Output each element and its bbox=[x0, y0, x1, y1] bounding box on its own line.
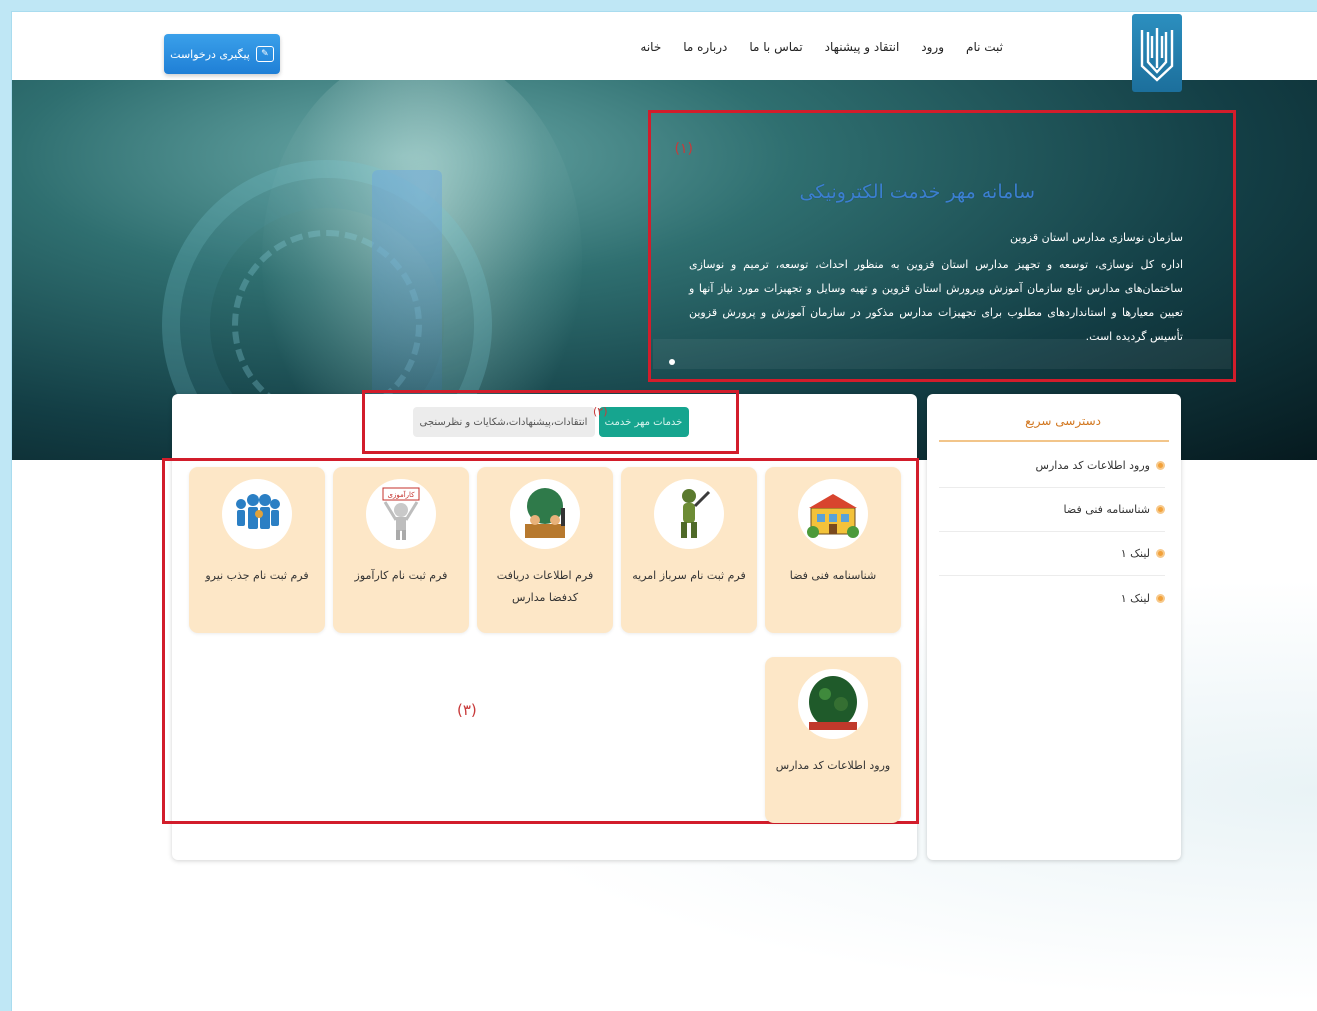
service-label: فرم ثبت نام جذب نیرو bbox=[205, 569, 309, 582]
soldier-icon bbox=[654, 479, 724, 549]
tab-feedback[interactable]: انتقادات،پیشنهادات،شکایات و نظرسنجی bbox=[412, 407, 595, 437]
tabs-annotation-box: خدمات مهر خدمت انتقادات،پیشنهادات،شکایات… bbox=[362, 390, 739, 454]
emblem-icon bbox=[1140, 28, 1174, 82]
hero-light-panel bbox=[372, 170, 442, 420]
track-button-label: پیگیری درخواست bbox=[170, 47, 250, 61]
service-card-space-code[interactable]: فرم اطلاعات دریافت کدفضا مدارس bbox=[477, 467, 613, 633]
nav-contact[interactable]: تماس با ما bbox=[749, 40, 802, 54]
service-card-space-id[interactable]: شناسنامه فنی فضا bbox=[765, 467, 901, 633]
nav-home[interactable]: خانه bbox=[640, 40, 661, 54]
service-card-school-code[interactable]: ورود اطلاعات کد مدارس bbox=[765, 657, 901, 823]
school-building-icon bbox=[798, 479, 868, 549]
service-label: فرم اطلاعات دریافت کدفضا مدارس bbox=[496, 569, 594, 604]
annotation-marker-2: (۲) bbox=[593, 405, 608, 418]
service-label: ورود اطلاعات کد مدارس bbox=[775, 759, 891, 772]
annotation-marker-1: (۱) bbox=[674, 141, 693, 157]
bullet-icon bbox=[1156, 593, 1165, 603]
bullet-icon bbox=[1156, 505, 1165, 514]
quick-link-label: لینک ۱ bbox=[1120, 547, 1150, 560]
services-annotation-box: شناسنامه فنی فضا فرم ثبت نام سرباز امریه… bbox=[162, 458, 919, 824]
hero-slider-strip bbox=[653, 339, 1231, 369]
organization-logo[interactable] bbox=[1132, 14, 1182, 92]
service-card-recruitment[interactable]: فرم ثبت نام جذب نیرو bbox=[189, 467, 325, 633]
quick-link-label: شناسنامه فنی فضا bbox=[1063, 503, 1150, 516]
quick-link-2[interactable]: لینک ۱ bbox=[939, 576, 1165, 620]
service-card-intern[interactable]: کارآموزی فرم ثبت نام کارآموز bbox=[333, 467, 469, 633]
hero-title: سامانه مهر خدمت الکترونیکی bbox=[799, 181, 1035, 203]
top-navbar: پیگیری درخواست ✎ خانه درباره ما تماس با … bbox=[12, 12, 1317, 80]
people-group-icon bbox=[222, 479, 292, 549]
tree-icon bbox=[798, 669, 868, 739]
quick-link-label: لینک ۱ bbox=[1120, 591, 1150, 605]
nav-register[interactable]: ثبت نام bbox=[966, 40, 1003, 54]
quick-access-underline bbox=[939, 440, 1169, 442]
intern-icon: کارآموزی bbox=[366, 479, 436, 549]
quick-access-title: دسترسی سریع bbox=[1025, 414, 1101, 428]
page-frame: (۱) سامانه مهر خدمت الکترونیکی سازمان نو… bbox=[12, 12, 1317, 1011]
service-label: شناسنامه فنی فضا bbox=[789, 569, 877, 582]
services-card: خدمات مهر خدمت انتقادات،پیشنهادات،شکایات… bbox=[162, 390, 919, 860]
document-edit-icon: ✎ bbox=[255, 46, 274, 62]
service-label: فرم ثبت نام کارآموز bbox=[354, 569, 448, 582]
nav-feedback[interactable]: انتقاد و پیشنهاد bbox=[825, 40, 900, 54]
track-request-button[interactable]: پیگیری درخواست ✎ bbox=[164, 34, 280, 74]
quick-link-space-id[interactable]: شناسنامه فنی فضا bbox=[939, 488, 1165, 532]
nav-about[interactable]: درباره ما bbox=[683, 40, 727, 54]
intern-badge-text: کارآموزی bbox=[387, 490, 415, 499]
service-label: فرم ثبت نام سرباز امریه bbox=[632, 569, 746, 582]
quick-link-school-code[interactable]: ورود اطلاعات کد مدارس bbox=[939, 444, 1165, 488]
quick-link-1[interactable]: لینک ۱ bbox=[939, 532, 1165, 576]
bullet-icon bbox=[1156, 549, 1165, 558]
hero-description: اداره کل نوسازی، توسعه و تجهیز مدارس است… bbox=[689, 258, 1183, 343]
main-nav: خانه درباره ما تماس با ما انتقاد و پیشنه… bbox=[640, 40, 1003, 54]
quick-access-card: دسترسی سریع ورود اطلاعات کد مدارس شناسنا… bbox=[927, 394, 1181, 860]
tab-services[interactable]: خدمات مهر خدمت bbox=[598, 407, 689, 437]
classroom-icon bbox=[510, 479, 580, 549]
hero-annotation-box: (۱) سامانه مهر خدمت الکترونیکی سازمان نو… bbox=[648, 110, 1236, 382]
bullet-icon bbox=[1156, 461, 1165, 470]
slider-dot[interactable] bbox=[669, 359, 675, 365]
hero-subtitle: سازمان نوسازی مدارس استان قزوین bbox=[1010, 231, 1183, 244]
quick-link-label: ورود اطلاعات کد مدارس bbox=[1035, 459, 1150, 472]
service-card-soldier[interactable]: فرم ثبت نام سرباز امریه bbox=[621, 467, 757, 633]
nav-login[interactable]: ورود bbox=[921, 40, 944, 54]
annotation-marker-3: (۳) bbox=[457, 701, 477, 719]
